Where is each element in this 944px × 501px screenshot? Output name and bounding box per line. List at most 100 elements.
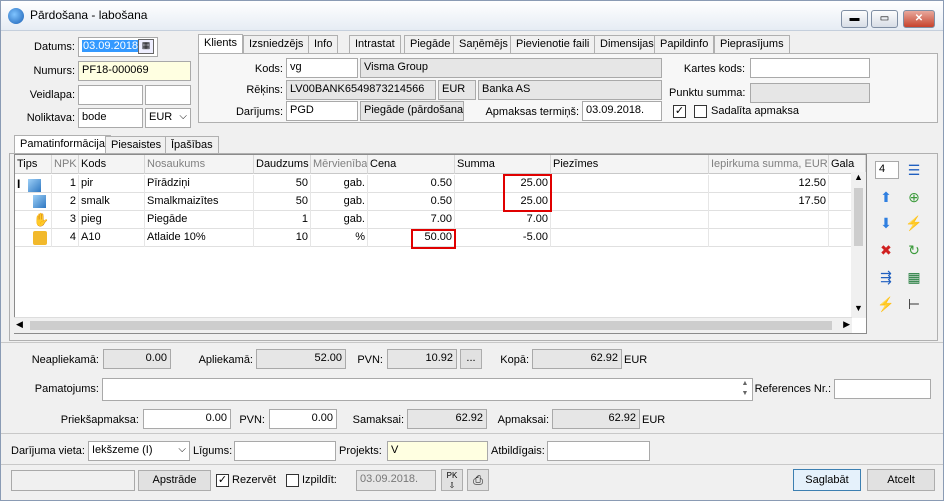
cell-kods[interactable]: pieg [79,211,145,229]
col-nosaukums[interactable]: Nosaukums [145,155,254,174]
hscroll-thumb[interactable] [30,321,832,330]
vertical-scrollbar[interactable]: ▲ ▼ [851,172,866,318]
cell-daudzums[interactable]: 50 [254,193,311,211]
col-piezimes[interactable]: Piezīmes [551,155,709,174]
cell-cena[interactable]: 0.50 [368,193,455,211]
darijums-input[interactable]: PGD [286,101,358,121]
cell-daudzums[interactable]: 10 [254,229,311,247]
tab-papildinfo[interactable]: Papildinfo [654,35,715,53]
cell-piezimes[interactable] [551,175,709,193]
numurs-input[interactable]: PF18-000069 [78,61,191,81]
filter-list-icon[interactable]: ☰ [905,161,923,179]
status-field [11,470,135,491]
noliktava-input[interactable]: bode [78,108,143,128]
vieta-select[interactable]: Iekšzeme (I) ⌵ [88,441,190,461]
col-kods[interactable]: Kods [79,155,145,174]
spin-icon[interactable]: ▲ ▼ [738,379,752,400]
projekts-input[interactable]: V [387,441,488,461]
col-daudzums[interactable]: Daudzums [254,155,311,174]
tab-pamatinformacija[interactable]: Pamatinformācija [14,135,111,155]
kartes-input[interactable] [750,58,870,78]
izpildit-date: 03.09.2018. [356,470,436,491]
references-input[interactable] [834,379,931,399]
tab-klients[interactable]: Klients [198,34,244,54]
tab-piesaistes[interactable]: Piesaistes [105,136,168,154]
cell-daudzums[interactable]: 50 [254,175,311,193]
saglabat-button[interactable]: Saglabāt [793,469,861,491]
calendar-icon[interactable]: ▦ [138,39,154,54]
datums-input[interactable]: 03.09.2018 [82,40,140,52]
ligums-input[interactable] [234,441,336,461]
pamatojums-input[interactable] [102,378,753,401]
maximize-button[interactable]: ▭ [871,10,898,28]
tree-icon[interactable]: ⊢ [905,295,923,313]
delete-icon[interactable]: ✖ [877,241,895,259]
scroll-left-icon[interactable]: ◀ [16,319,23,330]
close-button[interactable]: ✕ [903,10,935,28]
cell-cena[interactable]: 7.00 [368,211,455,229]
prepay-pvn-input[interactable]: 0.00 [269,409,337,429]
cell-daudzums[interactable]: 1 [254,211,311,229]
pvn-details-button[interactable]: ... [460,349,482,369]
table-row[interactable]: I 1 pir Pīrādziņi 50 gab. 0.50 25.00 12.… [15,175,852,193]
cell-piezimes[interactable] [551,193,709,211]
atcelt-button[interactable]: Atcelt [867,469,935,491]
lightning-green-icon[interactable]: ⚡ [905,214,923,232]
cell-piezimes[interactable] [551,229,709,247]
pk-icon[interactable]: PK ⇩ [441,469,463,491]
move-list-icon[interactable]: ⇶ [877,268,895,286]
tab-pievienotie-faili[interactable]: Pievienotie faili [510,35,596,53]
cell-piezimes[interactable] [551,211,709,229]
col-npk[interactable]: NPK [52,155,79,174]
col-mervieniba[interactable]: Mērvienība [311,155,368,174]
scroll-up-icon[interactable]: ▲ [851,172,866,187]
move-down-icon[interactable]: ⬇ [877,214,895,232]
excel-icon[interactable]: ▦ [905,268,923,286]
col-iepirkuma-summa[interactable]: Iepirkuma summa, EUR [709,155,829,174]
tab-pieprasijums[interactable]: Pieprasījums [714,35,790,53]
priekasapmaksa-input[interactable]: 0.00 [143,409,231,429]
apstrade-button[interactable]: Apstrāde [138,470,211,491]
currency-value: EUR [149,111,173,123]
kods-input[interactable]: vg [286,58,358,78]
veidlapa-input[interactable] [78,85,143,105]
tab-ipasibas[interactable]: Īpašības [165,136,219,154]
scroll-down-icon[interactable]: ▼ [851,303,866,318]
col-cena[interactable]: Cena [368,155,455,174]
lightning-icon[interactable]: ⚡ [877,295,895,313]
table-row[interactable]: ✋ 3 pieg Piegāde 1 gab. 7.00 7.00 [15,211,852,229]
cell-npk: 1 [52,175,79,193]
sadalita-checkbox[interactable] [694,105,707,118]
printer-icon[interactable]: ⎙ [467,469,489,491]
cell-kods[interactable]: pir [79,175,145,193]
scroll-thumb[interactable] [854,188,863,246]
veidlapa-extra-input[interactable] [145,85,191,105]
tab-piegade[interactable]: Piegāde [404,35,457,53]
izpildit-checkbox[interactable] [286,474,299,487]
termins-input[interactable]: 03.09.2018. [582,101,662,121]
rekins-input[interactable]: LV00BANK6549873214566 [286,80,436,100]
table-row[interactable]: 2 smalk Smalkmaizītes 50 gab. 0.50 25.00… [15,193,852,211]
tab-info[interactable]: Info [308,35,339,53]
check-small[interactable]: ✓ [673,105,686,118]
rekins-currency: EUR [438,80,476,100]
col-summa[interactable]: Summa [455,155,551,174]
scroll-right-icon[interactable]: ▶ [843,319,850,330]
move-up-icon[interactable]: ⬆ [877,188,895,206]
minimize-button[interactable]: ▬ [841,10,868,28]
refresh-icon[interactable]: ↻ [905,241,923,259]
tab-izsniedzejs[interactable]: Izsniedzējs [243,35,310,53]
add-item-icon[interactable]: ⊕ [905,188,923,206]
rezervet-checkbox[interactable]: ✓ [216,474,229,487]
cell-merv: gab. [311,211,368,229]
cell-cena[interactable]: 0.50 [368,175,455,193]
col-tips[interactable]: Tips [15,155,52,174]
atbildigais-input[interactable] [547,441,650,461]
cell-kods[interactable]: A10 [79,229,145,247]
cell-kods[interactable]: smalk [79,193,145,211]
tab-dimensijas[interactable]: Dimensijas [594,35,660,53]
currency-select[interactable]: EUR ⌵ [145,108,191,128]
tab-intrastat[interactable]: Intrastat [349,35,401,53]
horizontal-scrollbar[interactable]: ◀ ▶ [14,317,852,333]
tab-sanemejs[interactable]: Saņēmējs [453,35,514,53]
